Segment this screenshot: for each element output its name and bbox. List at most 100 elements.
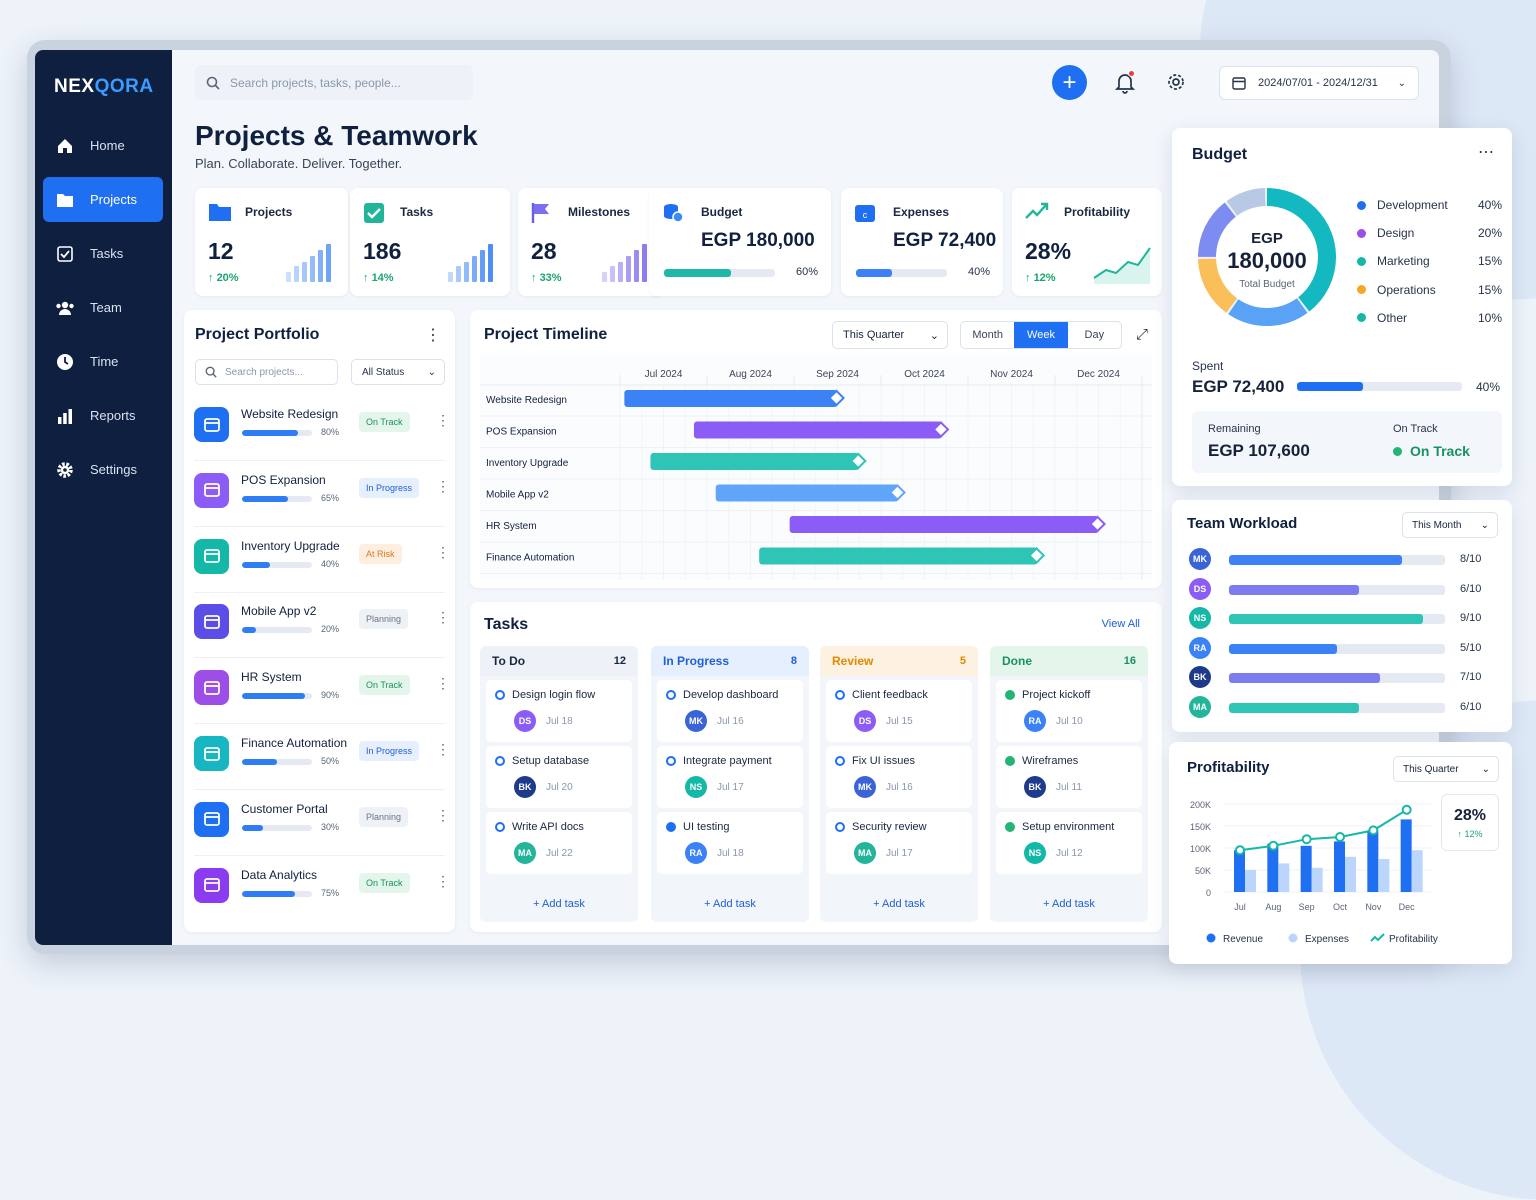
settings-gear-icon[interactable] <box>1166 72 1186 97</box>
view-all-link[interactable]: View All <box>1102 618 1140 630</box>
sidebar-item-reports[interactable]: Reports <box>43 393 163 438</box>
notification-bell-icon[interactable] <box>1114 70 1136 99</box>
check-circle-icon[interactable] <box>1005 822 1015 832</box>
status-circle-icon[interactable] <box>835 690 845 700</box>
timeline-period-select[interactable]: This Quarter ⌄ <box>832 321 948 349</box>
revenue-bar[interactable] <box>1300 845 1312 892</box>
kpi-card-projects[interactable]: Projects 12 ↑ 20% <box>195 188 348 296</box>
date-range-picker[interactable]: 2024/07/01 - 2024/12/31 ⌄ <box>1219 66 1419 100</box>
portfolio-item[interactable]: HR System 90% On Track ⋮ <box>184 665 455 727</box>
sidebar-item-time[interactable]: Time <box>43 339 163 384</box>
task-card[interactable]: Setup database BK Jul 20 <box>486 746 632 808</box>
revenue-bar[interactable] <box>1334 841 1345 892</box>
column-count: 16 <box>1123 655 1136 667</box>
expenses-bar[interactable] <box>1345 856 1356 892</box>
add-task-button[interactable]: + Add task <box>651 898 809 910</box>
kpi-card-milestones[interactable]: Milestones 28 ↑ 33% <box>518 188 664 296</box>
view-day-button[interactable]: Day <box>1068 322 1121 348</box>
row-menu-icon[interactable]: ⋮ <box>436 807 450 824</box>
expand-icon[interactable]: ⤢ <box>1136 326 1148 343</box>
sidebar-item-team[interactable]: Team <box>43 285 163 330</box>
task-card[interactable]: Integrate payment NS Jul 17 <box>657 746 803 808</box>
status-circle-icon[interactable] <box>835 822 845 832</box>
more-menu-icon[interactable]: ⋯ <box>1478 142 1494 162</box>
task-card[interactable]: Project kickoff RA Jul 10 <box>996 680 1142 742</box>
line-point[interactable] <box>1235 845 1245 856</box>
revenue-bar[interactable] <box>1367 830 1379 892</box>
gantt-bar[interactable] <box>715 484 899 502</box>
expenses-bar[interactable] <box>1311 867 1323 892</box>
row-menu-icon[interactable]: ⋮ <box>436 478 450 495</box>
line-point[interactable] <box>1268 840 1279 851</box>
task-card[interactable]: Design login flow DS Jul 18 <box>486 680 632 742</box>
line-point[interactable] <box>1301 834 1312 845</box>
task-card[interactable]: Develop dashboard MK Jul 16 <box>657 680 803 742</box>
gantt-bar[interactable] <box>693 421 942 439</box>
gantt-bar[interactable] <box>759 547 1038 565</box>
portfolio-item[interactable]: Customer Portal 30% Planning ⋮ <box>184 797 455 859</box>
expenses-bar[interactable] <box>1245 870 1256 892</box>
gantt-bar[interactable] <box>789 516 1099 533</box>
revenue-bar[interactable] <box>1400 819 1412 892</box>
kpi-card-budget[interactable]: Budget EGP 180,000 60% <box>649 188 831 296</box>
row-menu-icon[interactable]: ⋮ <box>436 741 450 758</box>
portfolio-item[interactable]: POS Expansion 65% In Progress ⋮ <box>184 468 455 530</box>
sidebar-item-settings[interactable]: Settings <box>43 447 163 492</box>
add-button[interactable]: + <box>1052 65 1087 100</box>
status-circle-icon[interactable] <box>495 822 505 832</box>
status-circle-icon[interactable] <box>495 756 505 766</box>
status-circle-icon[interactable] <box>666 822 676 832</box>
portfolio-item[interactable]: Finance Automation 50% In Progress ⋮ <box>184 731 455 793</box>
line-point[interactable] <box>1335 832 1345 842</box>
kpi-card-tasks[interactable]: Tasks 186 ↑ 14% <box>350 188 510 296</box>
revenue-bar[interactable] <box>1234 850 1245 892</box>
logo[interactable]: NEXQORA <box>54 76 154 98</box>
portfolio-item[interactable]: Mobile App v2 20% Planning ⋮ <box>184 599 455 661</box>
task-card[interactable]: Setup environment NS Jul 12 <box>996 812 1142 874</box>
status-circle-icon[interactable] <box>495 690 505 700</box>
revenue-bar[interactable] <box>1267 843 1279 892</box>
task-card[interactable]: Client feedback DS Jul 15 <box>826 680 972 742</box>
row-menu-icon[interactable]: ⋮ <box>436 873 450 890</box>
portfolio-item[interactable]: Inventory Upgrade 40% At Risk ⋮ <box>184 534 455 596</box>
expenses-bar[interactable] <box>1411 850 1423 892</box>
portfolio-search-input[interactable]: Search projects... <box>195 359 338 385</box>
expenses-bar[interactable] <box>1378 859 1390 892</box>
line-point[interactable] <box>1401 804 1412 815</box>
status-filter-select[interactable]: All Status ⌄ <box>351 359 445 385</box>
expenses-bar[interactable] <box>1278 863 1290 892</box>
task-card[interactable]: Wireframes BK Jul 11 <box>996 746 1142 808</box>
add-task-button[interactable]: + Add task <box>990 898 1148 910</box>
status-circle-icon[interactable] <box>835 756 845 766</box>
task-card[interactable]: Fix UI issues MK Jul 16 <box>826 746 972 808</box>
add-task-button[interactable]: + Add task <box>480 898 638 910</box>
view-month-button[interactable]: Month <box>961 322 1014 348</box>
check-circle-icon[interactable] <box>1005 756 1015 766</box>
row-menu-icon[interactable]: ⋮ <box>436 544 450 561</box>
status-circle-icon[interactable] <box>666 756 676 766</box>
view-week-button[interactable]: Week <box>1014 322 1068 348</box>
global-search-input[interactable]: Search projects, tasks, people... <box>195 65 473 100</box>
more-menu-icon[interactable]: ⋮ <box>425 325 441 345</box>
task-card[interactable]: Security review MA Jul 17 <box>826 812 972 874</box>
profitability-period-select[interactable]: This Quarter ⌄ <box>1393 756 1499 782</box>
gantt-bar[interactable] <box>624 390 838 407</box>
sidebar-item-projects[interactable]: Projects <box>43 177 163 222</box>
portfolio-item[interactable]: Data Analytics 75% On Track ⋮ <box>184 863 455 925</box>
gantt-bar[interactable] <box>650 453 860 470</box>
status-circle-icon[interactable] <box>666 690 676 700</box>
add-task-button[interactable]: + Add task <box>820 898 978 910</box>
task-card[interactable]: Write API docs MA Jul 22 <box>486 812 632 874</box>
sidebar-item-home[interactable]: Home <box>43 123 163 168</box>
workload-period-select[interactable]: This Month ⌄ <box>1402 512 1498 538</box>
row-menu-icon[interactable]: ⋮ <box>436 609 450 626</box>
row-menu-icon[interactable]: ⋮ <box>436 675 450 692</box>
sidebar-item-tasks[interactable]: Tasks <box>43 231 163 276</box>
task-card[interactable]: UI testing RA Jul 18 <box>657 812 803 874</box>
row-menu-icon[interactable]: ⋮ <box>436 412 450 429</box>
kpi-card-expenses[interactable]: c Expenses EGP 72,400 40% <box>841 188 1003 296</box>
portfolio-item[interactable]: Website Redesign 80% On Track ⋮ <box>184 402 455 464</box>
line-point[interactable] <box>1368 825 1379 836</box>
kpi-card-profitability[interactable]: Profitability 28% ↑ 12% <box>1012 188 1162 296</box>
check-circle-icon[interactable] <box>1005 690 1015 700</box>
